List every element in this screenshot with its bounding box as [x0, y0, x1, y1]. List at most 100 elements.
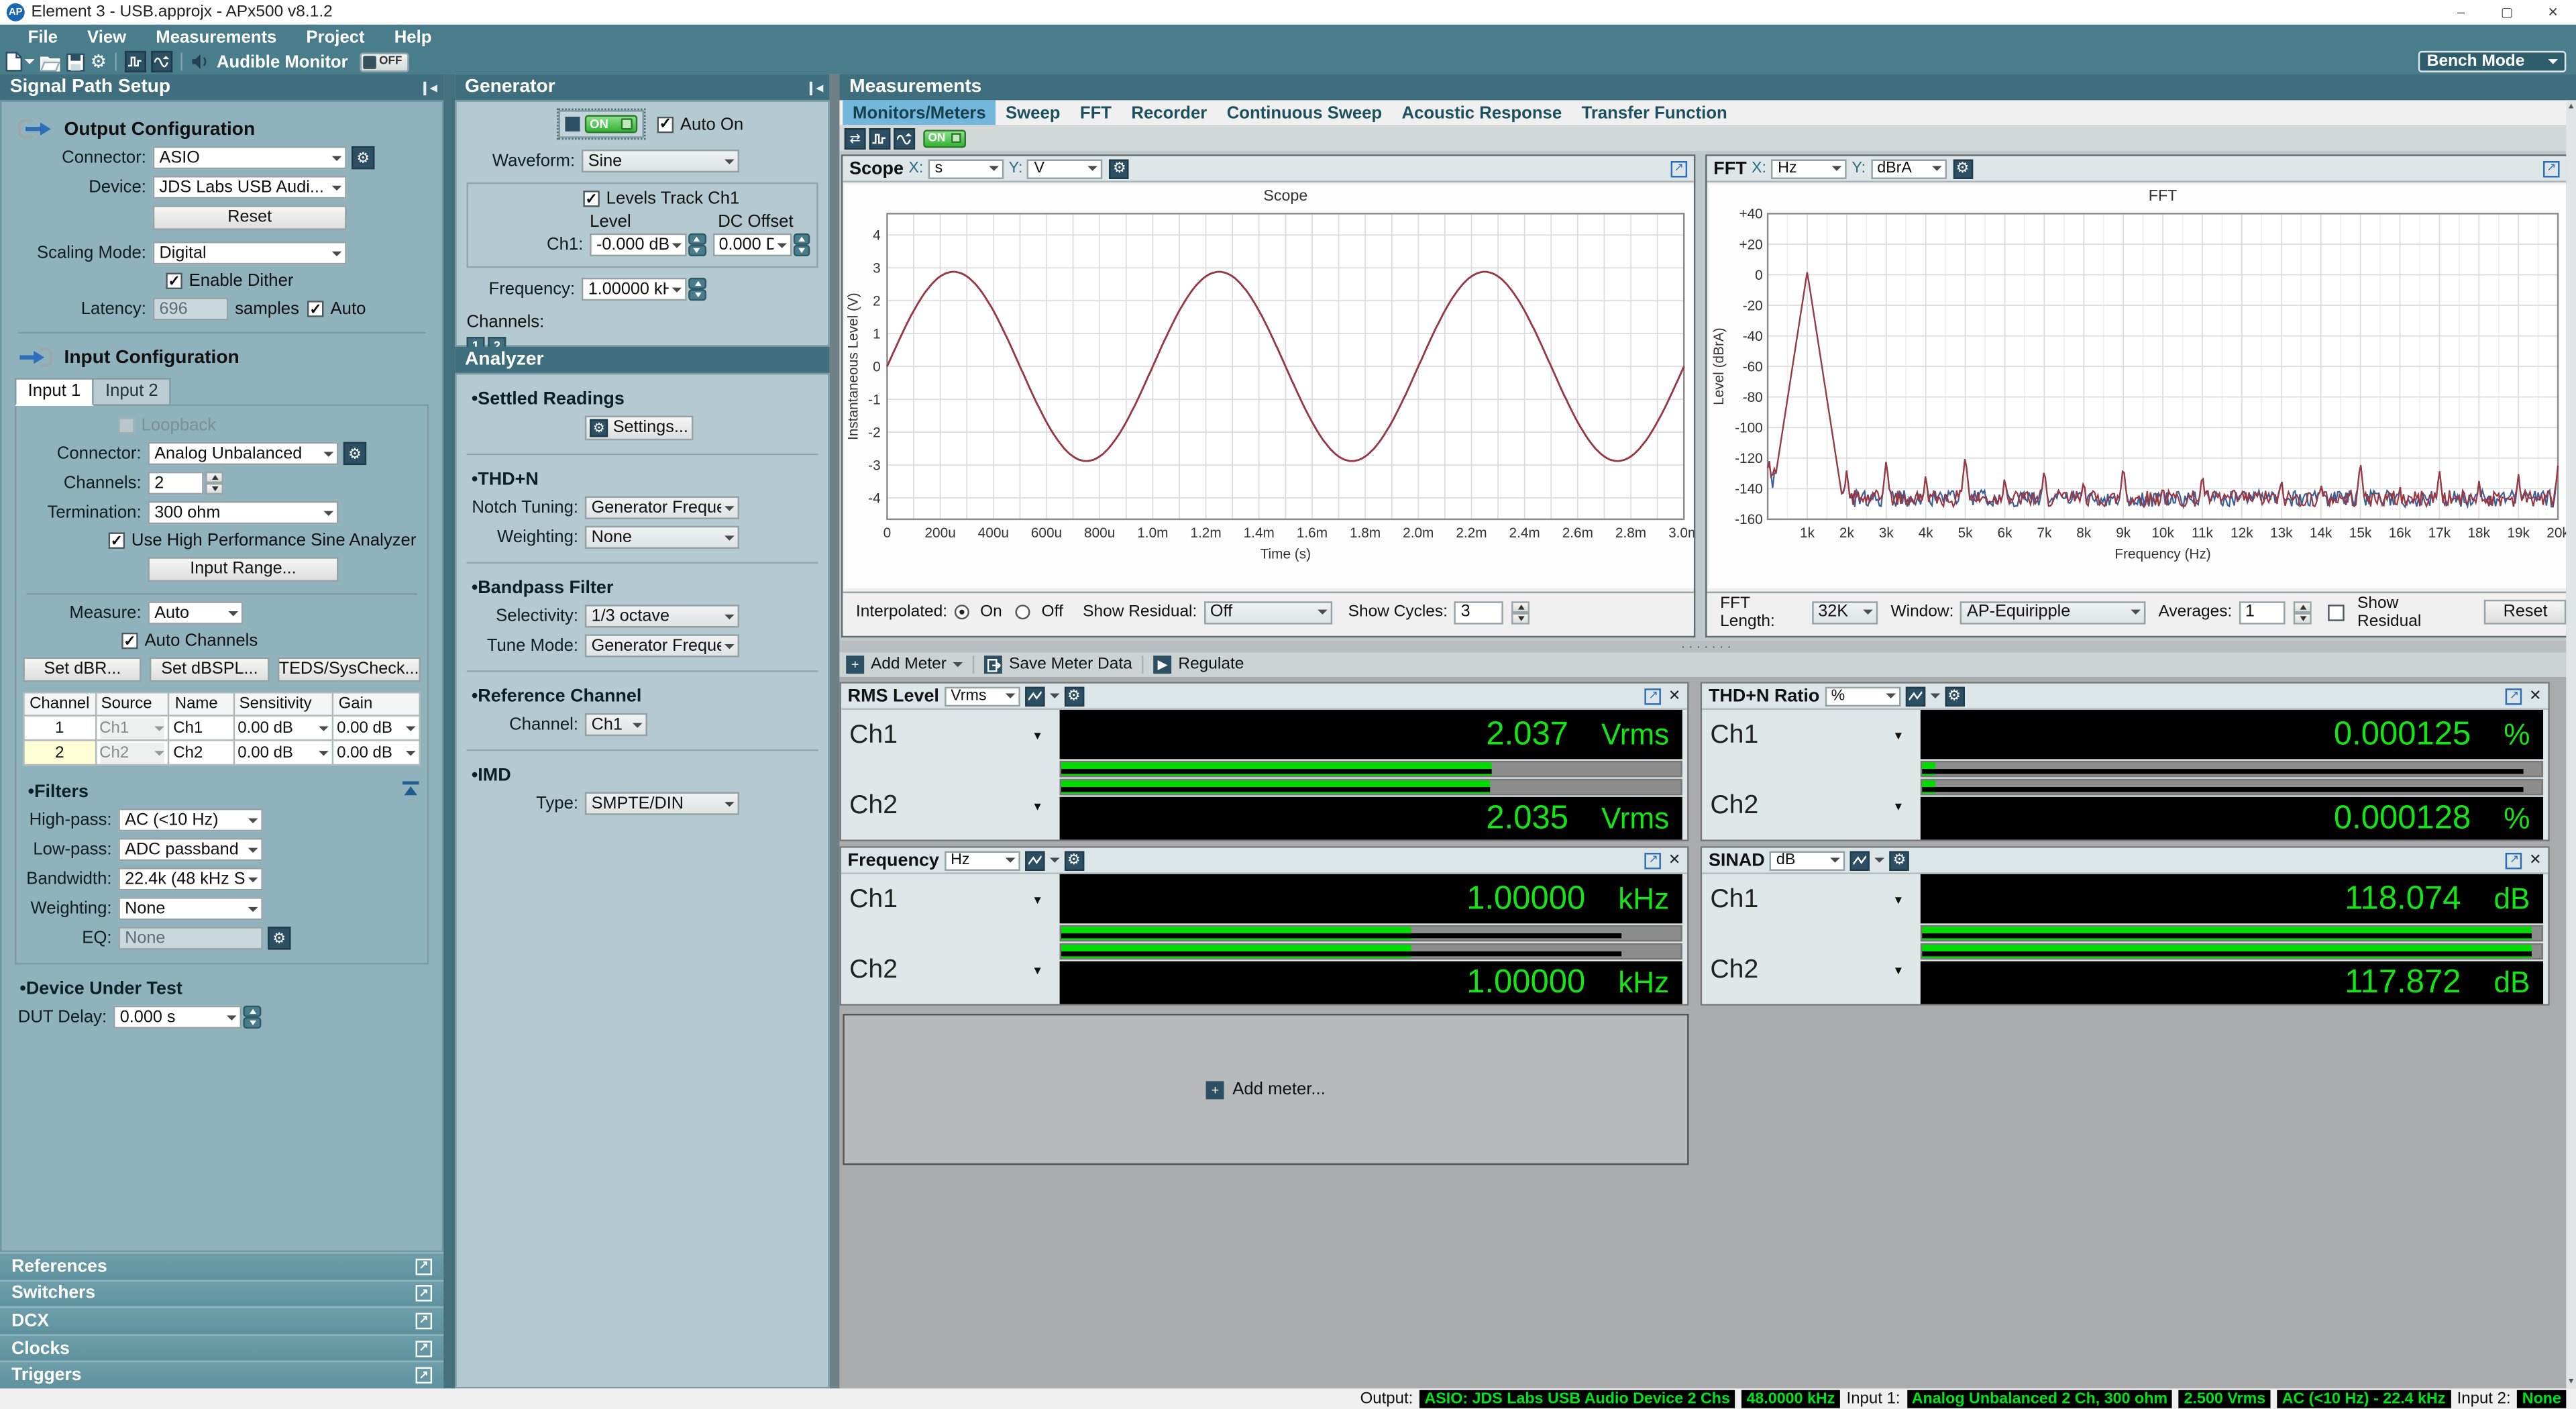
new-project-icon[interactable]	[5, 51, 34, 72]
scaling-mode-dropdown[interactable]: Digital	[153, 242, 347, 264]
bench-mode-selector[interactable]: Bench Mode	[2418, 51, 2566, 72]
channels-stepper[interactable]	[205, 472, 223, 494]
eq-settings-icon[interactable]: ⚙	[268, 927, 290, 949]
ref-channel-dropdown[interactable]: Ch1	[585, 713, 647, 736]
output-connector-settings-icon[interactable]: ⚙	[352, 146, 374, 169]
tab-fft[interactable]: FFT	[1070, 100, 1122, 125]
meter-chart-icon[interactable]	[1905, 686, 1925, 705]
close-button[interactable]: ✕	[2530, 0, 2576, 25]
window-dropdown[interactable]: AP-Equiripple	[1960, 601, 2145, 623]
reset-button[interactable]: Reset	[2485, 600, 2566, 625]
tab-continuous-sweep[interactable]: Continuous Sweep	[1217, 100, 1392, 125]
dut-delay-dropdown[interactable]: 0.000 s	[113, 1006, 241, 1029]
fft-length-dropdown[interactable]: 32K	[1811, 601, 1877, 623]
menu-file[interactable]: File	[13, 27, 72, 46]
channel-selector[interactable]: Ch1▼	[849, 886, 1053, 915]
sidebar-item-dcx[interactable]: DCX ↗	[0, 1306, 443, 1334]
menu-project[interactable]: Project	[291, 27, 379, 46]
frequency-dropdown[interactable]: 1.00000 kHz	[582, 278, 687, 301]
enable-dither-checkbox[interactable]: ✓	[166, 273, 182, 289]
fft-settings-icon[interactable]: ⚙	[1953, 158, 1972, 178]
unit-dropdown[interactable]: Hz	[944, 850, 1020, 870]
sidebar-item-triggers[interactable]: Triggers ↗	[0, 1361, 443, 1389]
collapse-section-icon[interactable]	[401, 780, 421, 802]
swap-io-icon[interactable]: ⇄	[845, 127, 866, 149]
channel-selector[interactable]: Ch1▼	[1710, 886, 1914, 915]
show-residual-dropdown[interactable]: Off	[1203, 601, 1332, 623]
fft-chart[interactable]: FFT1k2k3k4k5k6k7k8k9k10k11k12k13k14k15k1…	[1709, 184, 2566, 593]
fft-x-unit-dropdown[interactable]: Hz	[1771, 158, 1847, 178]
channels-input[interactable]: 2	[148, 472, 203, 494]
popout-icon[interactable]: ↗	[416, 1258, 432, 1274]
scroll-up-icon[interactable]: ▲	[2567, 102, 2575, 112]
channel-selector[interactable]: Ch2▼	[849, 792, 1053, 821]
tab-input-1[interactable]: Input 1	[15, 378, 94, 406]
open-project-icon[interactable]	[40, 52, 61, 71]
latency-input[interactable]: 696	[153, 297, 229, 320]
popout-icon[interactable]: ↗	[416, 1367, 432, 1384]
generator-on-toggle[interactable]: ON	[559, 110, 644, 138]
meter-close-icon[interactable]: ✕	[1668, 687, 1680, 705]
sidebar-item-references[interactable]: References ↗	[0, 1252, 443, 1280]
settings-gear-icon[interactable]: ⚙	[91, 51, 107, 72]
bandwidth-dropdown[interactable]: 22.4k (48 kHz SR)	[118, 868, 263, 890]
output-connector-dropdown[interactable]: ASIO	[153, 146, 347, 169]
fft-y-unit-dropdown[interactable]: dBrA	[1870, 158, 1946, 178]
ana-weighting-dropdown[interactable]: None	[585, 526, 739, 549]
tab-transfer-function[interactable]: Transfer Function	[1572, 100, 1737, 125]
notch-tuning-dropdown[interactable]: Generator Frequency	[585, 497, 739, 519]
tab-monitors-meters[interactable]: Monitors/Meters	[843, 100, 996, 125]
fft-show-residual-checkbox[interactable]	[2328, 604, 2344, 620]
horizontal-splitter[interactable]: ·······	[839, 641, 2576, 652]
fft-popout-icon[interactable]: ↗	[2543, 160, 2559, 176]
show-cycles-stepper[interactable]	[1511, 601, 1529, 623]
output-device-dropdown[interactable]: JDS Labs USB Audi...	[153, 176, 347, 199]
meter-popout-icon[interactable]: ↗	[2506, 688, 2522, 704]
ch1-level-stepper[interactable]	[689, 233, 706, 256]
gain-cell-dropdown[interactable]: 0.00 dB	[333, 716, 420, 741]
signal-monitor-icon[interactable]	[869, 127, 891, 149]
meter-popout-icon[interactable]: ↗	[1646, 688, 1662, 704]
waveform-monitor-icon[interactable]	[894, 127, 915, 149]
interpolated-on-radio[interactable]	[954, 605, 969, 619]
scope-y-unit-dropdown[interactable]: V	[1028, 158, 1104, 178]
meter-settings-icon[interactable]: ⚙	[1944, 686, 1964, 705]
minimize-button[interactable]: –	[2438, 0, 2484, 25]
reset-button[interactable]: Reset	[153, 205, 347, 230]
channel-selector[interactable]: Ch2▼	[849, 956, 1053, 986]
panel-splitter[interactable]	[443, 74, 455, 1388]
waveform-dropdown[interactable]: Sine	[582, 150, 739, 172]
teds-syscheck-button[interactable]: TEDS/SysCheck...	[277, 658, 421, 682]
gain-cell-dropdown[interactable]: 0.00 dB	[333, 740, 420, 765]
tab-acoustic-response[interactable]: Acoustic Response	[1392, 100, 1572, 125]
sidebar-item-switchers[interactable]: Switchers ↗	[0, 1280, 443, 1307]
add-meter-button[interactable]: Add Meter	[871, 656, 947, 674]
latency-auto-checkbox[interactable]: ✓	[307, 301, 323, 317]
channel-selector[interactable]: Ch2▼	[1710, 956, 1914, 986]
levels-track-checkbox[interactable]: ✓	[583, 191, 599, 207]
meter-chart-icon[interactable]	[1024, 686, 1044, 705]
low-pass-dropdown[interactable]: ADC passband	[118, 838, 263, 861]
audible-monitor-toggle[interactable]: OFF	[360, 52, 409, 71]
dc-offset-dropdown[interactable]: 0.000 D	[712, 233, 792, 256]
vertical-scrollbar[interactable]: ▲ ▼	[2566, 100, 2576, 1388]
add-meter-dropzone[interactable]: + Add meter...	[843, 1014, 1688, 1165]
input-range-button[interactable]: Input Range...	[148, 557, 338, 582]
waveform-monitor-icon[interactable]	[151, 51, 172, 72]
sidebar-item-clocks[interactable]: Clocks ↗	[0, 1334, 443, 1361]
dut-delay-stepper[interactable]	[243, 1006, 261, 1029]
maximize-button[interactable]: ▢	[2484, 0, 2530, 25]
meter-close-icon[interactable]: ✕	[2529, 687, 2541, 705]
scope-popout-icon[interactable]: ↗	[1671, 160, 1687, 176]
dc-offset-stepper[interactable]	[794, 233, 810, 256]
set-dbr-button[interactable]: Set dBR...	[23, 658, 142, 682]
popout-icon[interactable]: ↗	[416, 1313, 432, 1329]
collapse-panel-icon[interactable]: ❙◂	[419, 80, 437, 95]
save-meter-data-button[interactable]: Save Meter Data	[1009, 656, 1132, 674]
sensitivity-cell-dropdown[interactable]: 0.00 dB	[233, 716, 333, 741]
meter-chart-icon[interactable]	[1850, 850, 1870, 870]
popout-icon[interactable]: ↗	[416, 1340, 432, 1356]
tab-sweep[interactable]: Sweep	[996, 100, 1070, 125]
interpolated-off-radio[interactable]	[1015, 605, 1030, 619]
imd-type-dropdown[interactable]: SMPTE/DIN	[585, 792, 739, 815]
